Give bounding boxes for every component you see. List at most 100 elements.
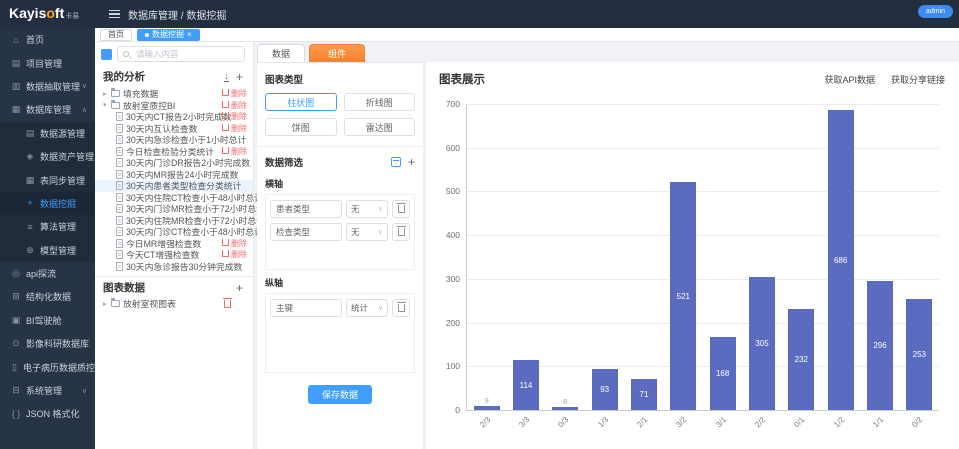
x-axis-tick-label: 0/1 bbox=[775, 415, 807, 447]
caret-down-icon[interactable]: ▾ bbox=[103, 101, 109, 109]
bar-value-label: 296 bbox=[873, 341, 886, 350]
analysis-tree: ▸填充数据删除▾放射室质控BI删除30天内CT报告2小时完成数删除30天内互认检… bbox=[95, 88, 253, 272]
add-analysis-icon[interactable]: + bbox=[236, 71, 243, 83]
main-area: 首页数据挖掘× 请输入内容 我的分析 ↓ + ▸填充数据删除▾放射室质控BI删除… bbox=[95, 28, 959, 449]
sidebar-item[interactable]: ▥数据抽取管理∨ bbox=[0, 75, 95, 98]
chart-type-button[interactable]: 折线图 bbox=[344, 93, 416, 111]
bar-value-label: 168 bbox=[716, 369, 729, 378]
sidebar-item[interactable]: ▯电子病历数据质控 bbox=[0, 355, 95, 378]
system-icon: ⊟ bbox=[10, 385, 22, 396]
chart-action-link[interactable]: 获取分享链接 bbox=[891, 73, 945, 86]
user-badge[interactable]: admin bbox=[918, 5, 953, 18]
y-axis-tick-label: 0 bbox=[432, 405, 460, 415]
chevron-down-icon: ∨ bbox=[378, 228, 383, 236]
delete-link[interactable]: 删除 bbox=[222, 249, 247, 260]
document-icon bbox=[116, 216, 123, 225]
export-icon[interactable]: ↓ bbox=[224, 72, 229, 82]
sidebar-item[interactable]: ≡算法管理 bbox=[0, 215, 95, 238]
delete-link[interactable]: 删除 bbox=[222, 100, 247, 111]
field-name-input[interactable]: 患者类型 bbox=[270, 200, 342, 218]
bar: 93 bbox=[592, 369, 618, 410]
window-tab[interactable]: 首页 bbox=[100, 29, 132, 41]
app-logo[interactable]: Kayisoft卡易 bbox=[0, 5, 95, 23]
x-axis-tick-label: 3/1 bbox=[696, 415, 728, 447]
sidebar-item[interactable]: ◎api探流 bbox=[0, 262, 95, 285]
select-value: 无 bbox=[351, 226, 360, 238]
sidebar-item[interactable]: +数据挖掘 bbox=[0, 192, 95, 215]
tree-item[interactable]: 30天内急诊报告30分钟完成数 bbox=[95, 261, 253, 273]
sidebar-item-label: 数据资产管理 bbox=[40, 150, 94, 163]
chart-data-title: 图表数据 bbox=[103, 280, 145, 295]
bar: 253 bbox=[906, 299, 932, 410]
delete-link[interactable]: 删除 bbox=[222, 146, 247, 157]
save-filter-icon[interactable] bbox=[391, 157, 401, 167]
chart-data-item[interactable]: ▸放射室视图表 bbox=[95, 297, 253, 310]
window-tab[interactable]: 数据挖掘× bbox=[137, 29, 200, 41]
chart-data-list: ▸放射室视图表 bbox=[95, 297, 253, 310]
emr-icon: ▯ bbox=[10, 362, 19, 373]
aggregate-select[interactable]: 无∨ bbox=[346, 200, 388, 218]
sidebar-item[interactable]: ⊙影像科研数据库 bbox=[0, 332, 95, 355]
filter-field-row: 检查类型无∨ bbox=[270, 223, 410, 241]
sidebar-item[interactable]: ⊟系统管理∨ bbox=[0, 379, 95, 402]
config-tab-数据[interactable]: 数据 bbox=[257, 44, 305, 62]
app-window: Kayisoft卡易 数据库管理 / 数据挖掘 admin ⌂首页▤项目管理▥数… bbox=[0, 0, 959, 449]
chevron-down-icon: ∨ bbox=[378, 205, 383, 213]
chart-type-button[interactable]: 饼图 bbox=[265, 118, 337, 136]
database-icon: ▦ bbox=[10, 104, 22, 115]
sidebar-item[interactable]: ⊕模型管理 bbox=[0, 239, 95, 262]
caret-right-icon[interactable]: ▸ bbox=[103, 90, 109, 98]
chart-type-button[interactable]: 柱状图 bbox=[265, 93, 337, 111]
save-data-button[interactable]: 保存数据 bbox=[308, 385, 372, 404]
delete-link[interactable]: 删除 bbox=[222, 123, 247, 134]
document-icon bbox=[116, 147, 123, 156]
bar: 71 bbox=[631, 379, 657, 410]
sidebar-item-label: JSON 格式化 bbox=[26, 407, 80, 420]
remove-field-button[interactable] bbox=[392, 200, 410, 218]
folder-icon bbox=[111, 300, 120, 307]
document-icon bbox=[116, 170, 123, 179]
sidebar-item[interactable]: { }JSON 格式化 bbox=[0, 402, 95, 425]
add-chart-data-icon[interactable]: + bbox=[236, 282, 243, 294]
delete-link[interactable]: 删除 bbox=[222, 88, 247, 99]
config-tab-组件[interactable]: 组件 bbox=[309, 44, 365, 62]
delete-link[interactable]: 删除 bbox=[222, 111, 247, 122]
remove-field-button[interactable] bbox=[392, 299, 410, 317]
close-tab-icon[interactable]: × bbox=[187, 31, 192, 39]
sidebar-item[interactable]: ▤数据源管理 bbox=[0, 122, 95, 145]
sidebar-item-label: 数据源管理 bbox=[40, 127, 85, 140]
sidebar-item[interactable]: ⌂首页 bbox=[0, 28, 95, 51]
delete-link[interactable]: 删除 bbox=[222, 238, 247, 249]
x-axis-tick-label: 0/3 bbox=[539, 415, 571, 447]
panel-action-button[interactable] bbox=[101, 49, 112, 60]
sidebar-item-label: 影像科研数据库 bbox=[26, 337, 89, 350]
y-axis-rows: 主键统计∨ bbox=[265, 293, 415, 373]
field-name-input[interactable]: 主键 bbox=[270, 299, 342, 317]
select-value: 统计 bbox=[351, 302, 368, 314]
sidebar-item[interactable]: ▣BI驾驶舱 bbox=[0, 309, 95, 332]
aggregate-select[interactable]: 无∨ bbox=[346, 223, 388, 241]
document-icon bbox=[116, 227, 123, 236]
collapse-menu-icon[interactable] bbox=[109, 10, 120, 19]
aggregate-select[interactable]: 统计∨ bbox=[346, 299, 388, 317]
chevron-up-icon: ∧ bbox=[82, 106, 87, 114]
sidebar-item[interactable]: ⊞结构化数据 bbox=[0, 285, 95, 308]
bar-plot: 911489371521168305232686296253 bbox=[466, 104, 939, 411]
sidebar-item[interactable]: ▤项目管理 bbox=[0, 51, 95, 74]
remove-field-button[interactable] bbox=[392, 223, 410, 241]
search-input[interactable]: 请输入内容 bbox=[117, 46, 245, 62]
chart-header: 图表展示 获取API数据获取分享链接 bbox=[426, 62, 959, 87]
home-icon: ⌂ bbox=[10, 35, 22, 45]
sidebar-item[interactable]: ▦表同步管理 bbox=[0, 168, 95, 191]
chart-type-button[interactable]: 雷达图 bbox=[344, 118, 416, 136]
y-axis-tick-label: 700 bbox=[432, 99, 460, 109]
chart-action-link[interactable]: 获取API数据 bbox=[824, 73, 875, 86]
caret-right-icon[interactable]: ▸ bbox=[103, 300, 109, 308]
gridline bbox=[467, 104, 939, 105]
field-name-input[interactable]: 检查类型 bbox=[270, 223, 342, 241]
sidebar-item[interactable]: ▦数据库管理∧ bbox=[0, 98, 95, 121]
sidebar-item[interactable]: ◈数据资产管理 bbox=[0, 145, 95, 168]
delete-icon[interactable] bbox=[224, 300, 231, 308]
add-filter-icon[interactable]: + bbox=[408, 156, 415, 168]
filter-title: 数据筛选 bbox=[265, 155, 303, 169]
